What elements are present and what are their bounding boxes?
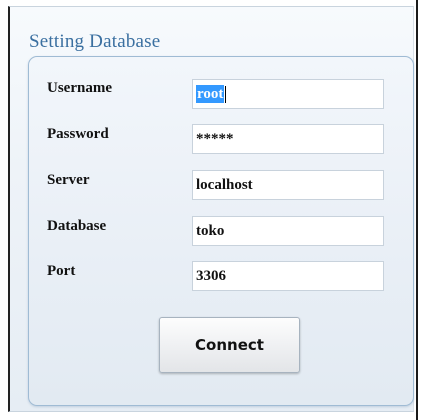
database-value: toko <box>196 223 225 239</box>
username-field[interactable]: root <box>192 79 384 109</box>
password-value: ***** <box>196 131 234 147</box>
server-value: localhost <box>196 177 253 193</box>
database-label: Database <box>47 218 107 234</box>
text-caret <box>225 86 227 104</box>
username-label: Username <box>47 80 112 96</box>
password-label: Password <box>47 126 109 142</box>
password-field[interactable]: ***** <box>192 124 384 154</box>
port-field[interactable]: 3306 <box>192 261 384 291</box>
username-value: root <box>196 85 225 103</box>
server-field[interactable]: localhost <box>192 170 384 200</box>
server-label: Server <box>47 172 90 188</box>
window-right-border <box>416 0 418 420</box>
database-field[interactable]: toko <box>192 216 384 246</box>
port-value: 3306 <box>196 268 226 284</box>
group-title: Setting Database <box>29 31 161 52</box>
port-label: Port <box>47 263 76 279</box>
connect-button[interactable]: Connect <box>159 317 300 373</box>
